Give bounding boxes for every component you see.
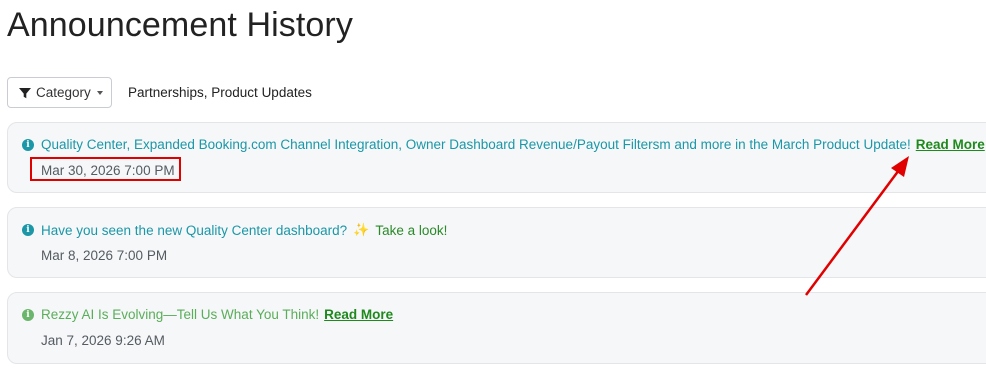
- announcement-history-page: Announcement History Category Partnershi…: [0, 0, 986, 372]
- announcement-card: i Have you seen the new Quality Center d…: [7, 207, 986, 278]
- announcement-card: i Rezzy AI Is Evolving—Tell Us What You …: [7, 292, 986, 364]
- category-filter-button[interactable]: Category: [7, 77, 112, 108]
- announcement-message: Quality Center, Expanded Booking.com Cha…: [41, 137, 911, 152]
- read-more-link[interactable]: Read More: [324, 307, 393, 322]
- announcement-date: Mar 8, 2026 7:00 PM: [41, 248, 168, 263]
- funnel-icon: [18, 86, 32, 100]
- info-circle-icon: i: [22, 308, 34, 321]
- page-title: Announcement History: [7, 6, 353, 44]
- sparkle-icon: ✨: [353, 222, 370, 237]
- filter-row: Category Partnerships, Product Updates: [7, 77, 312, 108]
- chevron-down-icon: [97, 90, 103, 95]
- info-circle-icon: i: [22, 138, 34, 151]
- category-filter-label: Category: [36, 85, 91, 100]
- selected-categories: Partnerships, Product Updates: [128, 85, 312, 100]
- announcement-message: Rezzy AI Is Evolving—Tell Us What You Th…: [41, 307, 320, 322]
- take-a-look-link[interactable]: Take a look!: [375, 223, 447, 238]
- announcement-date: Jan 7, 2026 9:26 AM: [41, 333, 165, 348]
- read-more-link[interactable]: Read More: [916, 137, 985, 152]
- announcement-message: Have you seen the new Quality Center das…: [41, 222, 348, 238]
- info-circle-icon: i: [22, 224, 34, 236]
- annotation-highlight-box: [30, 157, 181, 181]
